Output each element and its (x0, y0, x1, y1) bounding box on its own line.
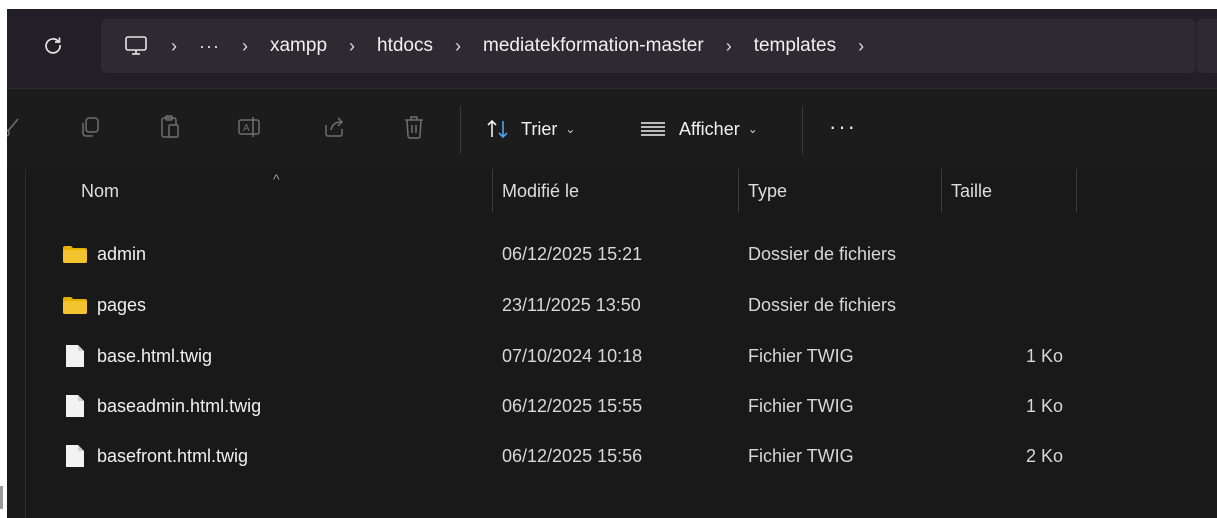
column-header-name[interactable]: Nom (81, 169, 119, 213)
cut-icon[interactable] (7, 111, 25, 143)
chevron-right-icon[interactable]: › (726, 36, 732, 57)
file-size (951, 229, 1063, 279)
refresh-icon[interactable] (40, 31, 66, 59)
file-modified: 07/10/2024 10:18 (502, 345, 643, 366)
address-bar[interactable]: › ··· › xampp › htdocs › mediatekformati… (101, 19, 1196, 73)
file-name: base.html.twig (97, 345, 213, 366)
file-type: Fichier TWIG (748, 445, 854, 466)
list-item[interactable]: baseadmin.html.twig 06/12/2025 15:55 Fic… (7, 381, 1217, 431)
file-name: pages (97, 294, 147, 315)
file-name-cell: admin (63, 229, 146, 279)
search-box-edge[interactable] (1197, 19, 1217, 73)
view-button[interactable]: Afficher ⌄ (639, 113, 758, 145)
rename-icon[interactable]: A (235, 111, 265, 143)
chevron-down-icon: ⌄ (565, 122, 576, 136)
copy-icon[interactable] (75, 111, 105, 143)
chevron-down-icon: ⌄ (747, 122, 758, 136)
file-list: ^ Nom Modifié le Type Taille admin 06/12… (7, 169, 1217, 518)
paste-icon[interactable] (155, 111, 185, 143)
file-type: Dossier de fichiers (748, 243, 897, 264)
file-name-cell: base.html.twig (63, 331, 212, 381)
file-size: 1 Ko (1025, 345, 1063, 366)
column-header-type[interactable]: Type (748, 169, 787, 213)
file-name: baseadmin.html.twig (97, 395, 262, 416)
column-divider[interactable] (492, 169, 493, 213)
toolbar-divider (460, 106, 461, 154)
list-item[interactable]: basefront.html.twig 06/12/2025 15:56 Fic… (7, 431, 1217, 481)
file-modified: 06/12/2025 15:56 (502, 445, 643, 466)
sort-label: Trier (521, 118, 558, 139)
file-name: basefront.html.twig (97, 445, 249, 466)
list-item[interactable]: admin 06/12/2025 15:21 Dossier de fichie… (7, 229, 1217, 279)
column-header-modified[interactable]: Modifié le (502, 169, 579, 213)
svg-text:A: A (243, 123, 250, 134)
view-label: Afficher (679, 118, 740, 139)
file-modified: 06/12/2025 15:55 (502, 395, 643, 416)
file-size (951, 280, 1063, 330)
list-item[interactable]: base.html.twig 07/10/2024 10:18 Fichier … (7, 331, 1217, 381)
share-icon[interactable] (319, 111, 349, 143)
column-divider[interactable] (1076, 169, 1077, 213)
column-divider[interactable] (941, 169, 942, 213)
chevron-right-icon[interactable]: › (455, 36, 461, 57)
scrollbar-thumb[interactable] (0, 486, 3, 509)
address-bar-row: › ··· › xampp › htdocs › mediatekformati… (7, 9, 1217, 88)
sort-icon (485, 118, 511, 140)
delete-icon[interactable] (399, 111, 429, 143)
file-type: Fichier TWIG (748, 395, 854, 416)
see-more-button[interactable]: ··· (829, 116, 857, 138)
breadcrumb-overflow[interactable]: ··· (199, 36, 220, 57)
this-pc-icon[interactable] (123, 33, 149, 59)
column-header-size[interactable]: Taille (951, 169, 992, 213)
chevron-right-icon[interactable]: › (242, 36, 248, 57)
breadcrumb-item-xampp[interactable]: xampp (270, 35, 327, 57)
file-icon (66, 445, 84, 467)
sort-button[interactable]: Trier ⌄ (485, 113, 575, 145)
file-type: Dossier de fichiers (748, 294, 897, 315)
breadcrumb-item-templates[interactable]: templates (754, 35, 836, 57)
file-modified: 23/11/2025 13:50 (502, 294, 641, 315)
file-modified: 06/12/2025 15:21 (502, 243, 643, 264)
file-icon (66, 345, 84, 367)
command-bar: A Trier ⌄ Afficher ⌄ ··· (7, 88, 1217, 170)
file-name-cell: baseadmin.html.twig (63, 381, 261, 431)
folder-icon (63, 296, 87, 314)
file-name: admin (97, 243, 147, 264)
file-explorer-window: › ··· › xampp › htdocs › mediatekformati… (7, 9, 1217, 518)
sort-ascending-icon: ^ (273, 171, 280, 187)
toolbar-divider (802, 106, 803, 154)
breadcrumb-item-htdocs[interactable]: htdocs (377, 35, 433, 57)
file-name-cell: pages (63, 280, 146, 330)
file-size: 2 Ko (1025, 445, 1063, 466)
list-item[interactable]: pages 23/11/2025 13:50 Dossier de fichie… (7, 280, 1217, 330)
file-size: 1 Ko (1025, 395, 1063, 416)
folder-icon (63, 245, 87, 263)
breadcrumb-item-mediatekformation-master[interactable]: mediatekformation-master (483, 35, 704, 57)
file-type: Fichier TWIG (748, 345, 854, 366)
chevron-right-icon[interactable]: › (171, 36, 177, 57)
column-divider[interactable] (738, 169, 739, 213)
chevron-right-icon[interactable]: › (858, 36, 864, 57)
file-name-cell: basefront.html.twig (63, 431, 248, 481)
file-icon (66, 395, 84, 417)
chevron-right-icon[interactable]: › (349, 36, 355, 57)
view-lines-icon (639, 121, 667, 137)
